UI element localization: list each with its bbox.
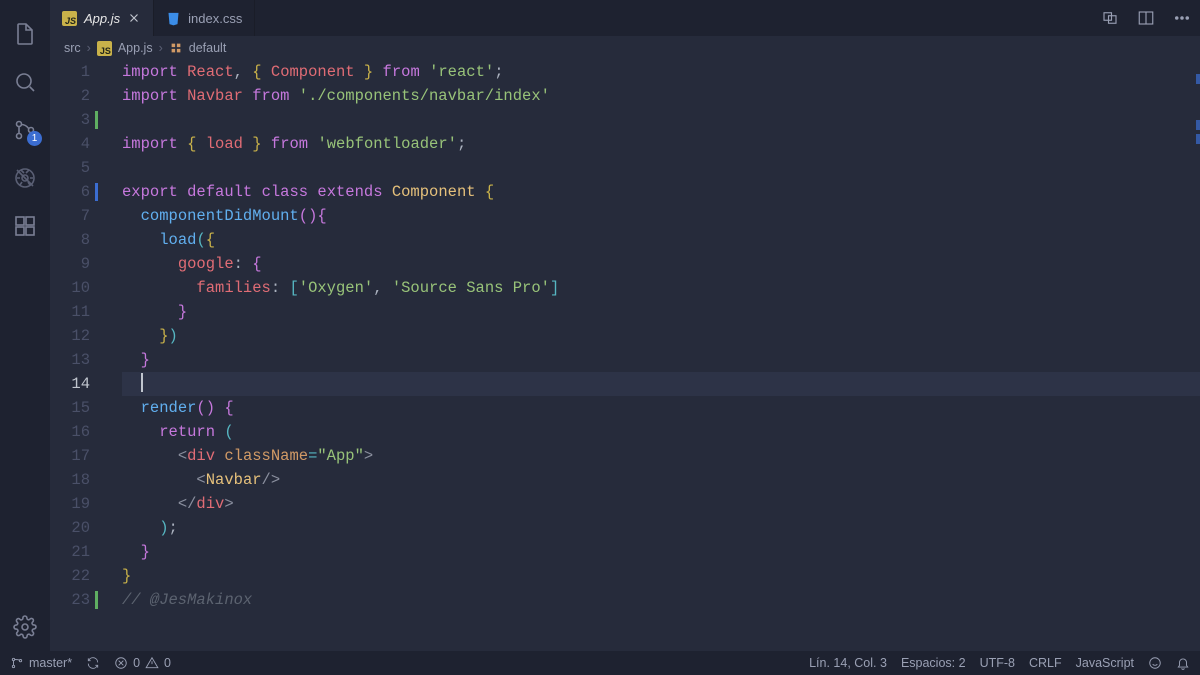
extensions-icon[interactable] [1,202,49,250]
code-line[interactable]: }) [122,324,1200,348]
code-line[interactable]: componentDidMount(){ [122,204,1200,228]
line-number: 17 [50,444,90,468]
scm-badge: 1 [27,131,42,146]
git-branch[interactable]: master* [10,656,72,670]
tab-bar: JS App.js index.css [50,0,1200,36]
line-number: 21 [50,540,90,564]
code-line[interactable]: render() { [122,396,1200,420]
code-line[interactable]: <div className="App"> [122,444,1200,468]
split-editor-icon[interactable] [1128,0,1164,36]
chevron-right-icon: › [159,41,163,55]
problems-status[interactable]: 0 0 [114,656,171,670]
code-line[interactable]: </div> [122,492,1200,516]
code-line[interactable]: } [122,540,1200,564]
code-line[interactable]: } [122,348,1200,372]
code-line[interactable] [122,372,1200,396]
crumb-folder[interactable]: src [64,41,81,55]
code-line[interactable] [122,108,1200,132]
search-icon[interactable] [1,58,49,106]
chevron-right-icon: › [87,41,91,55]
breadcrumbs[interactable]: src › JS App.js › default [50,36,1200,60]
indentation-status[interactable]: Espacios: 2 [901,656,966,670]
notifications-icon[interactable] [1176,656,1190,670]
code-line[interactable]: import { load } from 'webfontloader'; [122,132,1200,156]
crumb-symbol[interactable]: default [189,41,227,55]
line-number-gutter: 1234567891011121314151617181920212223 [50,60,108,651]
line-number: 5 [50,156,90,180]
status-bar: master* 0 0 Lín. 14, Col. 3 Espacios: 2 … [0,651,1200,675]
line-number: 15 [50,396,90,420]
code-line[interactable]: } [122,564,1200,588]
code-line[interactable]: load({ [122,228,1200,252]
code-editor[interactable]: 1234567891011121314151617181920212223 im… [50,60,1200,651]
line-number: 16 [50,420,90,444]
feedback-icon[interactable] [1148,656,1162,670]
line-number: 6 [50,180,90,204]
eol-status[interactable]: CRLF [1029,656,1062,670]
line-number: 22 [50,564,90,588]
code-line[interactable]: import Navbar from './components/navbar/… [122,84,1200,108]
line-number: 4 [50,132,90,156]
line-number: 2 [50,84,90,108]
line-number: 14 [50,372,90,396]
debug-icon[interactable] [1,154,49,202]
line-number: 7 [50,204,90,228]
compare-changes-icon[interactable] [1092,0,1128,36]
line-number: 1 [50,60,90,84]
language-mode[interactable]: JavaScript [1076,656,1134,670]
css-file-icon [166,11,181,26]
line-number: 9 [50,252,90,276]
code-line[interactable]: families: ['Oxygen', 'Source Sans Pro'] [122,276,1200,300]
cursor-position[interactable]: Lín. 14, Col. 3 [809,656,887,670]
code-line[interactable]: return ( [122,420,1200,444]
close-icon[interactable] [127,11,141,25]
line-number: 11 [50,300,90,324]
code-line[interactable]: } [122,300,1200,324]
tab-index-css[interactable]: index.css [154,0,255,36]
code-line[interactable]: google: { [122,252,1200,276]
sync-icon[interactable] [86,656,100,670]
symbol-icon [169,41,183,55]
explorer-icon[interactable] [1,10,49,58]
js-file-icon: JS [62,11,77,26]
line-number: 3 [50,108,90,132]
code-line[interactable]: export default class extends Component { [122,180,1200,204]
code-content[interactable]: import React, { Component } from 'react'… [108,60,1200,651]
js-file-icon: JS [97,41,112,56]
settings-gear-icon[interactable] [1,603,49,651]
line-number: 10 [50,276,90,300]
line-number: 23 [50,588,90,612]
more-actions-icon[interactable] [1164,0,1200,36]
code-line[interactable] [122,156,1200,180]
code-line[interactable]: // @JesMakinox [122,588,1200,612]
line-number: 12 [50,324,90,348]
code-line[interactable]: ); [122,516,1200,540]
encoding-status[interactable]: UTF-8 [980,656,1015,670]
code-line[interactable]: <Navbar/> [122,468,1200,492]
tab-app-js[interactable]: JS App.js [50,0,154,36]
crumb-file[interactable]: App.js [118,41,153,55]
code-line[interactable]: import React, { Component } from 'react'… [122,60,1200,84]
line-number: 19 [50,492,90,516]
activity-bar: 1 [0,0,50,651]
line-number: 18 [50,468,90,492]
source-control-icon[interactable]: 1 [1,106,49,154]
line-number: 13 [50,348,90,372]
tab-label: index.css [188,11,242,26]
overview-ruler[interactable] [1186,60,1200,651]
tab-label: App.js [84,11,120,26]
line-number: 8 [50,228,90,252]
line-number: 20 [50,516,90,540]
